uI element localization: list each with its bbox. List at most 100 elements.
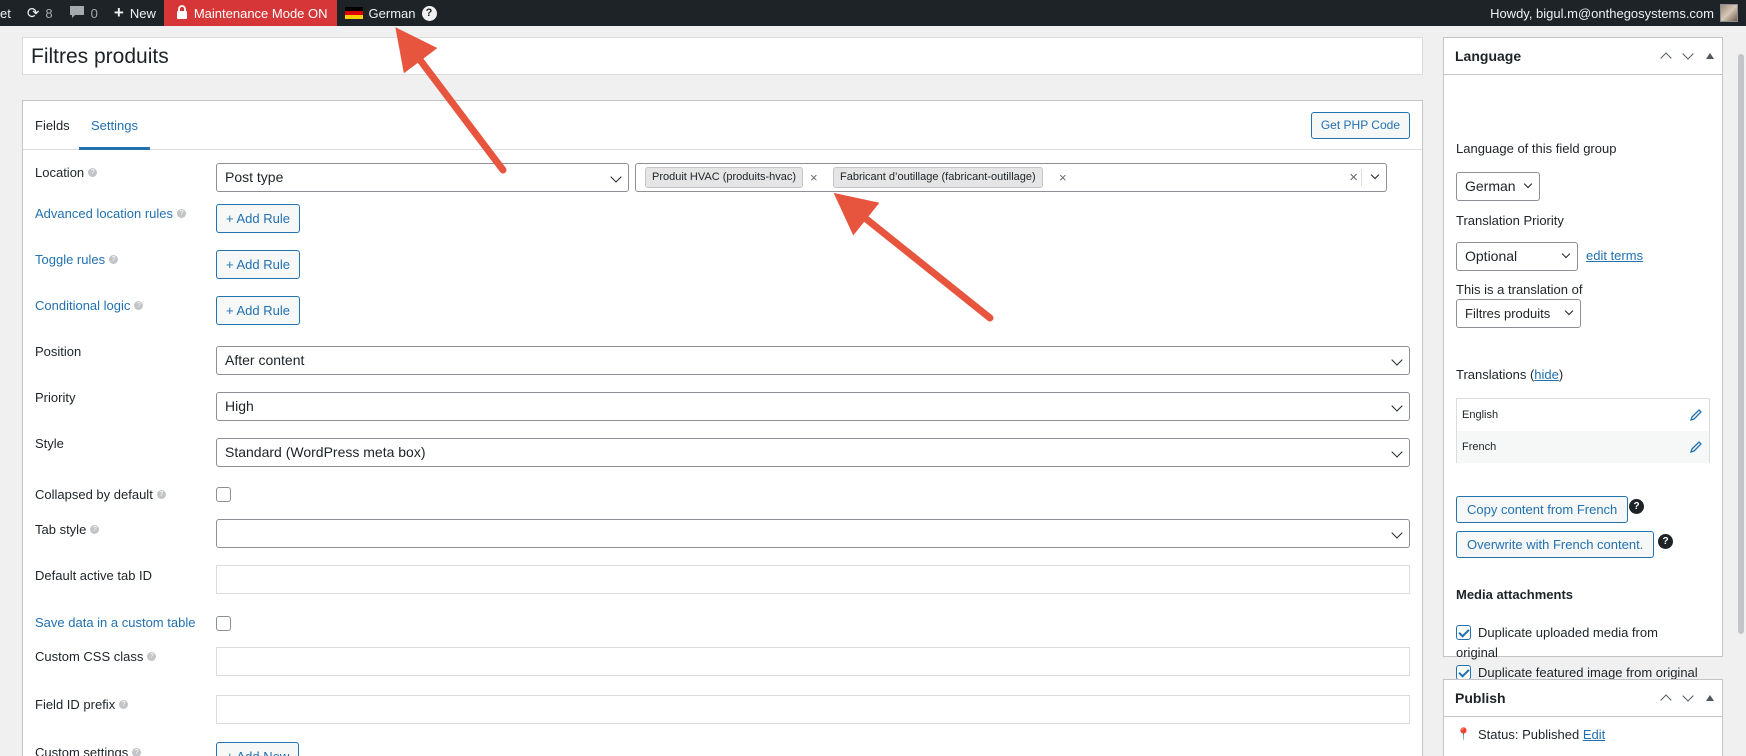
new-label: New xyxy=(129,5,156,21)
publish-box-title: Publish xyxy=(1455,690,1506,706)
priority-select[interactable]: High xyxy=(216,392,1410,421)
chevron-down-icon xyxy=(1564,306,1574,316)
collapsed-by-default-checkbox[interactable] xyxy=(216,487,231,502)
toggle-add-rule-button[interactable]: + Add Rule xyxy=(216,250,300,279)
edit-terms-link[interactable]: edit terms xyxy=(1586,248,1643,263)
custom-table-label[interactable]: Save data in a custom table xyxy=(35,615,195,630)
collapse-toggle-icon[interactable] xyxy=(1706,695,1714,701)
language-box: Language Language of this field group Ge… xyxy=(1443,37,1723,680)
remove-tag-icon[interactable]: × xyxy=(1059,167,1067,188)
admin-bar: et ⟳ 8 0 + New Maintenance Mode ON Germa… xyxy=(0,0,1746,26)
edit-status-link[interactable]: Edit xyxy=(1583,727,1605,742)
tag-produit-hvac: Produit HVAC (produits-hvac) xyxy=(645,167,804,188)
updates-item[interactable]: ⟳ 8 xyxy=(19,0,61,26)
collapse-toggle-icon[interactable] xyxy=(1706,53,1714,59)
pencil-icon[interactable] xyxy=(1689,440,1703,454)
language-switcher[interactable]: German ? xyxy=(337,0,445,26)
move-up-icon[interactable] xyxy=(1660,694,1672,706)
help-icon: ? xyxy=(119,700,129,709)
advanced-location-rules-text: Advanced location rules xyxy=(35,206,174,221)
collapsed-label-text: Collapsed by default xyxy=(35,487,153,502)
title-value: Filtres produits xyxy=(31,45,169,68)
chevron-down-icon[interactable] xyxy=(1370,170,1380,180)
scrollbar-thumb[interactable] xyxy=(1738,54,1744,634)
publish-status: Status: Published Edit xyxy=(1478,727,1605,742)
location-label: Location ? xyxy=(35,165,98,180)
get-php-code-button[interactable]: Get PHP Code xyxy=(1310,112,1410,139)
help-icon: ? xyxy=(156,490,166,499)
clear-all-icon[interactable]: × xyxy=(1349,167,1358,188)
post-type-multiselect[interactable]: Produit HVAC (produits-hvac) × Fabricant… xyxy=(635,163,1387,192)
custom-css-class-input[interactable] xyxy=(216,647,1410,676)
tab-style-select[interactable] xyxy=(216,519,1410,548)
toggle-rules-text: Toggle rules xyxy=(35,252,106,267)
chevron-down-icon xyxy=(1391,446,1403,458)
tab-bar: Fields Settings Get PHP Code xyxy=(23,101,1422,150)
pencil-icon[interactable] xyxy=(1689,408,1703,422)
translation-of-select[interactable]: Filtres produits xyxy=(1456,299,1581,328)
translation-row-english: English xyxy=(1457,399,1709,431)
toggle-rules-label[interactable]: Toggle rules ? xyxy=(35,252,119,267)
my-account[interactable]: Howdy, bigul.m@onthegosystems.com xyxy=(1490,4,1746,22)
advanced-location-add-rule-button[interactable]: + Add Rule xyxy=(216,204,300,233)
custom-settings-add-new-button[interactable]: + Add New xyxy=(216,742,300,756)
field-id-prefix-input[interactable] xyxy=(216,695,1410,724)
chevron-down-icon xyxy=(1391,527,1403,539)
location-type-select[interactable]: Post type xyxy=(216,163,629,192)
chevron-down-icon xyxy=(1523,179,1533,189)
priority-value: High xyxy=(225,398,254,414)
hide-translations-link[interactable]: hide xyxy=(1534,367,1559,382)
media-attachments-heading: Media attachments xyxy=(1456,587,1574,602)
remove-tag-icon[interactable]: × xyxy=(810,167,818,188)
duplicate-media-checkbox[interactable] xyxy=(1456,625,1471,640)
translation-priority-select[interactable]: Optional xyxy=(1456,242,1578,271)
move-up-icon[interactable] xyxy=(1660,52,1672,64)
translations-heading: Translations (hide) xyxy=(1456,367,1563,382)
title-input[interactable]: Filtres produits xyxy=(22,37,1423,75)
maintenance-mode-item[interactable]: Maintenance Mode ON xyxy=(163,0,337,26)
tag-label: Fabricant d’outillage (fabricant-outilla… xyxy=(840,171,1036,183)
style-select[interactable]: Standard (WordPress meta box) xyxy=(216,438,1410,467)
custom-table-checkbox[interactable] xyxy=(216,616,231,631)
chevron-down-icon xyxy=(610,171,622,183)
help-icon[interactable]: ? xyxy=(1658,534,1673,549)
move-down-icon[interactable] xyxy=(1682,48,1694,60)
help-icon[interactable]: ? xyxy=(421,5,437,21)
copy-content-button[interactable]: Copy content from French xyxy=(1456,496,1629,523)
help-icon: ? xyxy=(134,301,144,310)
advanced-location-rules-label[interactable]: Advanced location rules ? xyxy=(35,206,187,221)
translation-of-value: Filtres produits xyxy=(1465,306,1551,321)
default-tab-label-text: Default active tab ID xyxy=(35,568,153,583)
chevron-down-icon xyxy=(1391,354,1403,366)
chevron-down-icon xyxy=(1391,400,1403,412)
page-scrollbar[interactable] xyxy=(1736,26,1746,756)
help-icon: ? xyxy=(90,525,100,534)
language-box-title: Language xyxy=(1455,48,1522,64)
refresh-icon: ⟳ xyxy=(26,5,40,22)
move-down-icon[interactable] xyxy=(1682,690,1694,702)
publish-box-header: Publish xyxy=(1444,680,1722,717)
conditional-add-rule-button[interactable]: + Add Rule xyxy=(216,296,300,325)
default-active-tab-input[interactable] xyxy=(216,565,1410,594)
language-label: German xyxy=(368,5,416,21)
translations-paren: ) xyxy=(1558,367,1564,382)
tab-settings[interactable]: Settings xyxy=(79,101,150,150)
position-label: Position xyxy=(35,344,81,359)
priority-label: Priority xyxy=(35,390,75,405)
comments-item[interactable]: 0 xyxy=(61,0,106,26)
position-select[interactable]: After content xyxy=(216,346,1410,375)
site-name-fragment[interactable]: et xyxy=(0,0,19,26)
group-language-select[interactable]: German xyxy=(1456,172,1540,201)
help-icon[interactable]: ? xyxy=(1629,499,1644,514)
tab-fields[interactable]: Fields xyxy=(35,101,70,150)
new-content-item[interactable]: + New xyxy=(106,0,164,26)
custom-table-text: Save data in a custom table xyxy=(35,615,196,630)
group-language-label: Language of this field group xyxy=(1456,141,1617,156)
duplicate-featured-checkbox[interactable] xyxy=(1456,665,1471,680)
pin-icon: 📍 xyxy=(1456,727,1471,741)
conditional-logic-label[interactable]: Conditional logic ? xyxy=(35,298,144,313)
lock-icon xyxy=(176,4,188,22)
duplicate-media-label: Duplicate uploaded media from xyxy=(1478,625,1658,640)
overwrite-content-button[interactable]: Overwrite with French content. xyxy=(1456,531,1655,558)
custom-settings-label-text: Custom settings xyxy=(35,745,129,756)
